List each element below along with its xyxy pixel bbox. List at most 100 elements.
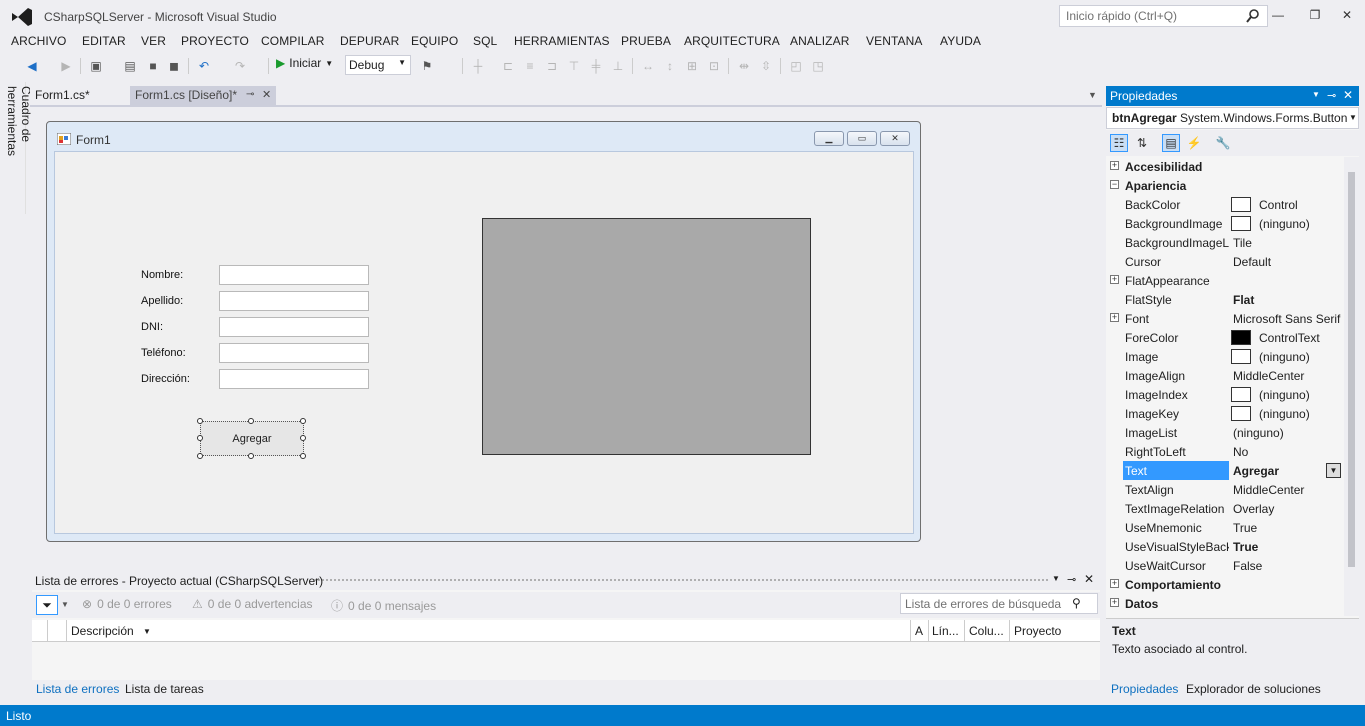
menu-arquitectura[interactable]: ARQUITECTURA <box>684 34 780 48</box>
tab-lista-tareas[interactable]: Lista de tareas <box>125 682 204 696</box>
menu-ver[interactable]: VER <box>141 34 166 48</box>
property-row[interactable]: + FlatAppearance <box>1106 271 1342 290</box>
properties-icon[interactable]: ▤ <box>1162 134 1180 152</box>
menu-archivo[interactable]: ARCHIVO <box>11 34 66 48</box>
horizontal-spacing-icon[interactable]: ⇹ <box>736 58 752 74</box>
panel-menu-icon[interactable]: ▼ <box>1052 574 1060 583</box>
quick-launch-input[interactable]: Inicio rápido (Ctrl+Q) <box>1059 5 1268 27</box>
menu-depurar[interactable]: DEPURAR <box>340 34 399 48</box>
back-icon[interactable]: ◀ <box>24 58 40 74</box>
tab-form1-design[interactable]: Form1.cs [Diseño]* ⊸ ✕ <box>130 86 276 106</box>
align-center-icon[interactable]: ≡ <box>522 58 538 74</box>
pin-icon[interactable]: ⊸ <box>1067 573 1076 586</box>
same-height-icon[interactable]: ↕ <box>662 58 678 74</box>
close-icon[interactable]: ✕ <box>1343 88 1353 102</box>
property-value[interactable]: Tile <box>1233 236 1341 250</box>
align-grid-icon[interactable]: ┼ <box>470 58 486 74</box>
menu-prueba[interactable]: PRUEBA <box>621 34 671 48</box>
label-dni[interactable]: DNI: <box>141 321 163 333</box>
expand-icon[interactable]: + <box>1110 598 1119 607</box>
align-bottom-icon[interactable]: ⊥ <box>610 58 626 74</box>
property-row[interactable]: ImageAlign MiddleCenter <box>1106 366 1342 385</box>
property-row[interactable]: UseMnemonic True <box>1106 518 1342 537</box>
resize-handle[interactable] <box>300 435 306 441</box>
label-nombre[interactable]: Nombre: <box>141 269 183 281</box>
bring-front-icon[interactable]: ◰ <box>788 58 804 74</box>
agregar-button[interactable]: Agregar <box>200 421 304 456</box>
alphabetical-icon[interactable]: ⇅ <box>1133 134 1151 152</box>
size-to-grid-icon[interactable]: ⊡ <box>706 58 722 74</box>
configuration-select[interactable]: Debug ▼ <box>345 55 411 75</box>
align-left-icon[interactable]: ⊏ <box>500 58 516 74</box>
column-descripcion[interactable]: Descripción <box>71 624 134 638</box>
property-value[interactable]: MiddleCenter <box>1233 369 1341 383</box>
resize-handle[interactable] <box>300 453 306 459</box>
menu-analizar[interactable]: ANALIZAR <box>790 34 849 48</box>
panel-menu-icon[interactable]: ▼ <box>1312 90 1320 99</box>
errors-filter-button[interactable]: ⊗ 0 de 0 errores <box>82 597 172 611</box>
property-category[interactable]: + Datos <box>1106 594 1342 613</box>
property-row[interactable]: Image (ninguno) <box>1106 347 1342 366</box>
form-close-button[interactable]: ✕ <box>880 131 910 146</box>
resize-handle[interactable] <box>300 418 306 424</box>
resize-handle[interactable] <box>248 453 254 459</box>
search-icon[interactable]: ⚲ <box>1072 596 1081 610</box>
align-right-icon[interactable]: ⊐ <box>544 58 560 74</box>
property-value[interactable]: Microsoft Sans Serif, 8.25pt <box>1233 312 1341 326</box>
scrollbar-thumb[interactable] <box>1348 172 1355 567</box>
pin-icon[interactable]: ⊸ <box>1327 89 1336 102</box>
save-all-icon[interactable]: ◼ <box>166 58 182 74</box>
property-row[interactable]: Text Agregar ▼ <box>1106 461 1342 480</box>
column-proyecto[interactable]: Proyecto <box>1014 624 1061 638</box>
property-row[interactable]: BackgroundImage (ninguno) <box>1106 214 1342 233</box>
menu-equipo[interactable]: EQUIPO <box>411 34 458 48</box>
tab-overflow-icon[interactable]: ▼ <box>1088 90 1097 100</box>
warnings-filter-button[interactable]: ⚠ 0 de 0 advertencias <box>192 597 313 611</box>
property-value[interactable]: No <box>1233 445 1341 459</box>
expand-icon[interactable]: + <box>1110 579 1119 588</box>
categorized-icon[interactable]: ☷ <box>1110 134 1128 152</box>
menu-ventana[interactable]: VENTANA <box>866 34 923 48</box>
start-debug-button[interactable]: ▶ Iniciar ▼ <box>276 56 333 70</box>
textbox-nombre[interactable] <box>219 265 369 285</box>
picture-box[interactable] <box>482 218 811 455</box>
chevron-down-icon[interactable]: ▼ <box>61 600 69 609</box>
resize-handle[interactable] <box>197 453 203 459</box>
form-minimize-button[interactable]: ▁ <box>814 131 844 146</box>
menu-compilar[interactable]: COMPILAR <box>261 34 324 48</box>
property-row[interactable]: TextAlign MiddleCenter <box>1106 480 1342 499</box>
property-value[interactable]: Default <box>1233 255 1341 269</box>
property-value[interactable]: True <box>1233 521 1341 535</box>
property-row[interactable]: UseWaitCursor False <box>1106 556 1342 575</box>
property-value[interactable]: False <box>1233 559 1341 573</box>
new-project-icon[interactable]: ▣ <box>88 58 104 74</box>
align-top-icon[interactable]: ⊤ <box>566 58 582 74</box>
expand-icon[interactable]: + <box>1110 313 1119 322</box>
filter-icon[interactable]: ⏷ <box>36 595 58 615</box>
resize-handle[interactable] <box>248 418 254 424</box>
property-row[interactable]: BackColor Control <box>1106 195 1342 214</box>
label-direccion[interactable]: Dirección: <box>141 373 190 385</box>
open-file-icon[interactable]: ▤ <box>122 58 138 74</box>
property-value[interactable]: Overlay <box>1233 502 1341 516</box>
property-row[interactable]: ImageIndex (ninguno) <box>1106 385 1342 404</box>
expand-icon[interactable]: + <box>1110 275 1119 284</box>
messages-filter-button[interactable]: ⓘ 0 de 0 mensajes <box>331 597 436 614</box>
menu-herramientas[interactable]: HERRAMIENTAS <box>514 34 610 48</box>
undo-icon[interactable]: ↶ <box>196 58 212 74</box>
property-row[interactable]: ImageKey (ninguno) <box>1106 404 1342 423</box>
menu-editar[interactable]: EDITAR <box>82 34 126 48</box>
column-archivo[interactable]: A <box>915 624 923 638</box>
property-row[interactable]: BackgroundImageLayout Tile <box>1106 233 1342 252</box>
property-value[interactable]: Agregar <box>1233 464 1341 478</box>
property-value[interactable]: (ninguno) <box>1233 426 1341 440</box>
save-icon[interactable]: ■ <box>145 58 161 74</box>
column-linea[interactable]: Lín... <box>932 624 959 638</box>
object-selector[interactable]: btnAgregar System.Windows.Forms.Button <box>1106 107 1359 129</box>
resize-handle[interactable] <box>197 435 203 441</box>
events-icon[interactable]: ⚡ <box>1185 134 1203 152</box>
property-row[interactable]: UseVisualStyleBackColor True <box>1106 537 1342 556</box>
property-row[interactable]: Cursor Default <box>1106 252 1342 271</box>
tab-lista-errores[interactable]: Lista de errores <box>36 682 119 696</box>
property-category[interactable]: + Accesibilidad <box>1106 157 1342 176</box>
